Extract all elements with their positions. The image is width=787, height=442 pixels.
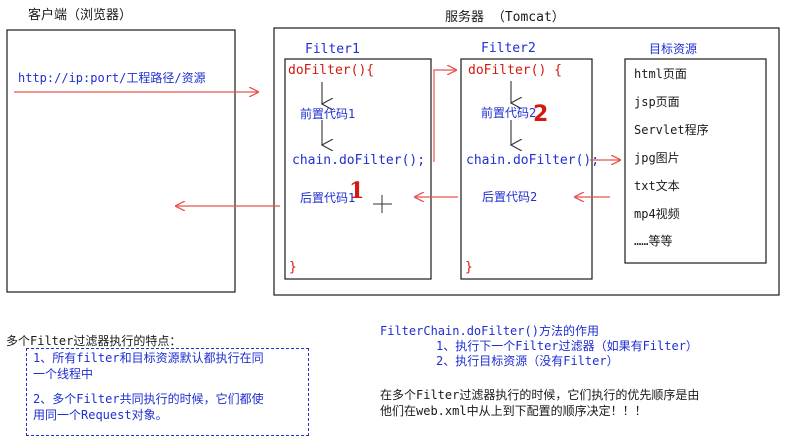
feature2-line2: 用同一个Request对象。 xyxy=(33,408,168,422)
filter1-close-brace: } xyxy=(289,260,297,275)
chain-arrow-1 xyxy=(433,70,456,162)
request-url: http://ip:port/工程路径/资源 xyxy=(18,71,206,85)
chain-method-title: FilterChain.doFilter()方法的作用 xyxy=(380,324,599,338)
order-note-line2: 他们在web.xml中从上到下配置的顺序决定！！！ xyxy=(380,404,647,418)
resource-item: Servlet程序 xyxy=(634,123,709,137)
resource-item: jsp页面 xyxy=(634,95,680,109)
resources-title: 目标资源 xyxy=(649,42,698,56)
resource-item: jpg图片 xyxy=(634,151,680,165)
client-box xyxy=(6,29,236,293)
resource-item: txt文本 xyxy=(634,179,680,193)
filter2-post-code: 后置代码2 xyxy=(482,190,538,204)
feature1-line2: 一个线程中 xyxy=(33,367,94,381)
filter1-box xyxy=(284,58,432,280)
order-note-line1: 在多个Filter过滤器执行的时候，它们执行的优先顺序是由 xyxy=(380,388,700,402)
filter2-pre-code: 前置代码2 xyxy=(481,106,537,120)
handwritten-mark-1: 1 xyxy=(349,178,365,204)
cursor-crosshair-icon xyxy=(373,195,392,213)
filter2-method: doFilter() { xyxy=(468,63,562,78)
filter1-pre-code: 前置代码1 xyxy=(300,107,356,121)
filter1-name: Filter1 xyxy=(305,42,360,57)
features-title: 多个Filter过滤器执行的特点： xyxy=(6,334,182,348)
feature1-line1: 1、所有filter和目标资源默认都执行在同 xyxy=(33,351,264,365)
filter1-post-code: 后置代码1 xyxy=(300,191,356,205)
handwritten-mark-2: 2 xyxy=(533,102,549,127)
chain-method-item1: 1、执行下一个Filter过滤器（如果有Filter） xyxy=(436,339,698,353)
resource-item: ……等等 xyxy=(634,234,673,248)
client-title: 客户端（浏览器） xyxy=(28,8,133,23)
server-title: 服务器 （Tomcat） xyxy=(445,10,565,25)
filter2-name: Filter2 xyxy=(481,41,536,56)
resource-item: mp4视频 xyxy=(634,207,680,221)
resource-item: html页面 xyxy=(634,67,687,81)
chain-method-item2: 2、执行目标资源（没有Filter） xyxy=(436,354,619,368)
filter2-close-brace: } xyxy=(465,260,473,275)
filter2-chain-call: chain.doFilter(); xyxy=(466,153,600,168)
feature2-line1: 2、多个Filter共同执行的时候，它们都使 xyxy=(33,392,264,406)
filter2-box xyxy=(460,58,593,280)
filter1-chain-call: chain.doFilter(); xyxy=(292,153,426,168)
filter1-method: doFilter(){ xyxy=(288,63,375,78)
